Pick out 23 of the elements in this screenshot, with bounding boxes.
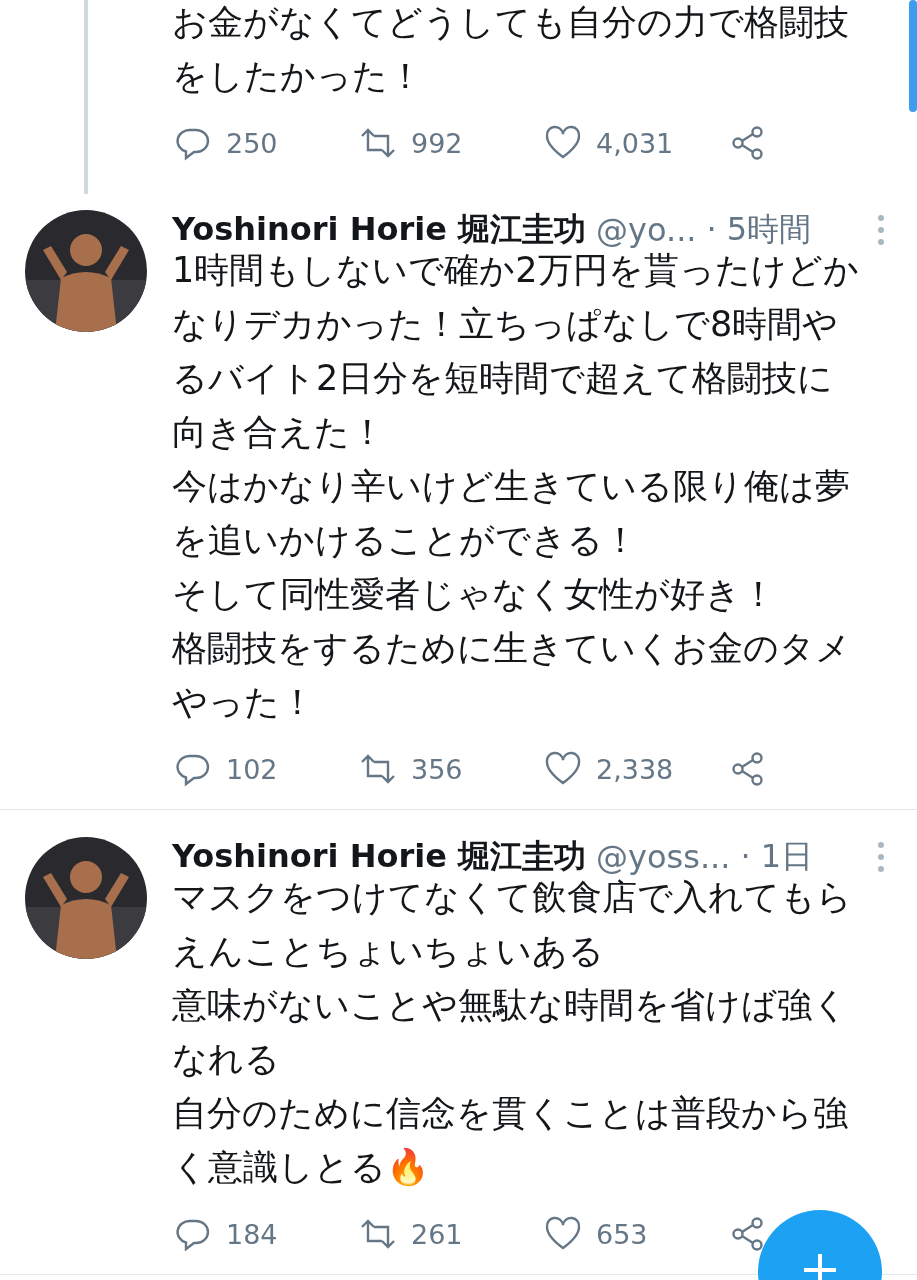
tweet-text: 自分のために信念を貫くことは普段から強く意識しとる🔥: [172, 1093, 848, 1187]
retweet-count: 992: [411, 127, 463, 159]
tweet-time: · 1日: [740, 836, 814, 877]
author-handle: @yoss...: [596, 838, 731, 876]
retweet-count: 356: [411, 753, 463, 785]
reply-count: 102: [226, 753, 278, 785]
author-handle: @yo...: [596, 211, 697, 249]
like-count: 4,031: [596, 127, 674, 159]
reply-count: 250: [226, 127, 278, 159]
retweet-count: 261: [411, 1218, 463, 1250]
tweet-text: 意味がないことや無駄な時間を省けば強くなれる: [172, 985, 848, 1079]
author-name[interactable]: Yoshinori Horie 堀江圭功: [172, 835, 587, 879]
tweet-text: 1時間もしないで確か2万円を貰ったけどかなりデカかった！立ちっぱなしで8時間やるバイト2日分を短時間で超えて格闘技に向き合えた！: [172, 250, 859, 452]
like-count: 2,338: [596, 753, 674, 785]
tweet-time: · 5時間: [706, 209, 812, 250]
tweet-text: マスクをつけてなくて飲食店で入れてもらえんことちょいちょいある: [172, 877, 852, 971]
author-name[interactable]: Yoshinori Horie 堀江圭功: [172, 208, 587, 252]
tweet-text: 今はかなり辛いけど生きている限り俺は夢を追いかけることができる！: [172, 466, 850, 560]
tweet-text: そして同性愛者じゃなく女性が好き！: [172, 574, 776, 614]
tweet-text: 格闘技をするために生きていくお金のタメやった！: [172, 628, 851, 722]
tweet-text: お金がなくてどうしても自分の力で格闘技をしたかった！: [172, 2, 849, 96]
like-count: 653: [596, 1218, 648, 1250]
reply-count: 184: [226, 1218, 278, 1250]
